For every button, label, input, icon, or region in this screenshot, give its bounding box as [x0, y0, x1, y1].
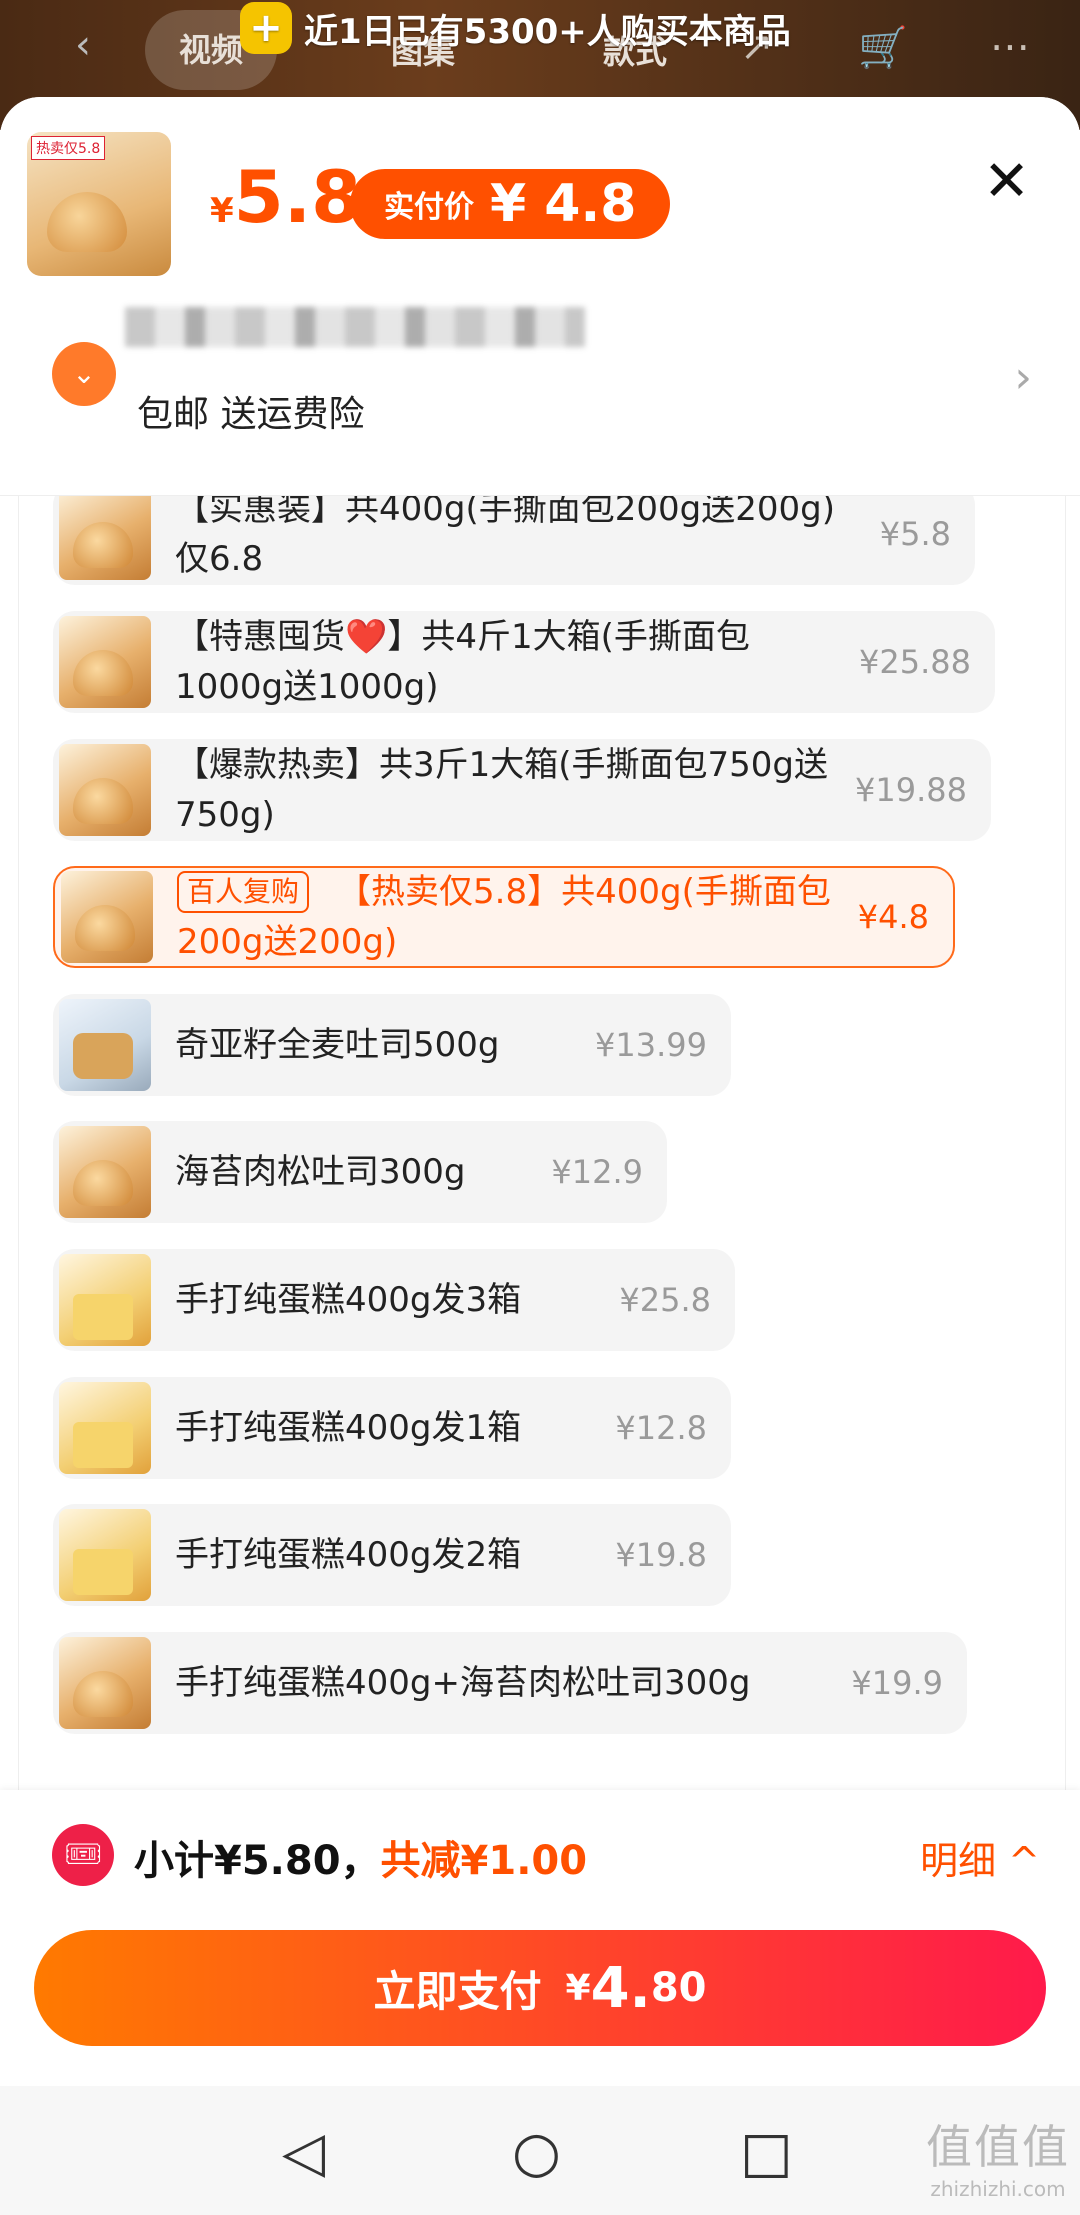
- shipping-info: 包邮 送运费险: [137, 394, 365, 435]
- close-icon[interactable]: ✕: [983, 152, 1030, 212]
- sku-thumbnail: [59, 744, 151, 836]
- location-icon: ⌄: [52, 342, 116, 406]
- currency-symbol: ¥: [210, 191, 234, 231]
- sku-name: 奇亚籽全麦吐司500g: [175, 1025, 500, 1065]
- purchase-banner: + 近1日已有5300+人购买本商品: [240, 0, 791, 56]
- sku-list[interactable]: 【实惠装】共400g(手撕面包200g送200g) 仅6.8 ¥5.8 【特惠囤…: [18, 463, 1066, 1883]
- pay-label: 立即支付: [373, 1966, 542, 2016]
- chevron-right-icon[interactable]: ›: [1014, 352, 1032, 403]
- sku-thumbnail: [59, 1382, 151, 1474]
- actual-price-pill: 实付价 ¥ 4.8: [350, 169, 671, 239]
- sku-name: 【实惠装】共400g(手撕面包200g送200g) 仅6.8: [175, 489, 835, 579]
- sku-option[interactable]: 【实惠装】共400g(手撕面包200g送200g) 仅6.8 ¥5.8: [53, 483, 975, 585]
- pay-now-button[interactable]: 立即支付 ¥ 4. 80: [34, 1930, 1046, 2046]
- sku-name: 百人复购 【热卖仅5.8】共400g(手撕面包200g送200g): [177, 867, 832, 967]
- pay-amount-int: 4.: [590, 1955, 651, 2021]
- sku-price: ¥19.88: [855, 771, 967, 809]
- sku-name: 【特惠囤货❤️】共4斤1大箱(手撕面包1000g送1000g): [175, 617, 750, 707]
- sku-option[interactable]: 【特惠囤货❤️】共4斤1大箱(手撕面包1000g送1000g) ¥25.88: [53, 611, 995, 713]
- sku-thumbnail: [59, 488, 151, 580]
- plus-badge-icon: +: [240, 2, 292, 54]
- actual-price-label: 实付价: [384, 190, 474, 225]
- actual-price-value: ¥ 4.8: [490, 174, 637, 234]
- discount-text: 共减¥1.00: [380, 1838, 588, 1884]
- price-value: 5.8: [233, 155, 362, 239]
- sku-price: ¥5.8: [879, 515, 951, 553]
- pay-amount-dec: 80: [650, 1965, 707, 2011]
- subtotal-text: 小计¥5.80，: [134, 1838, 381, 1884]
- sku-name: 【爆款热卖】共3斤1大箱(手撕面包750g送750g): [175, 745, 829, 835]
- sku-option[interactable]: 手打纯蛋糕400g发2箱 ¥19.8: [53, 1504, 731, 1606]
- bread-image: [47, 192, 127, 252]
- coupon-icon: 🎟: [52, 1824, 114, 1886]
- price: ¥5.8: [210, 155, 361, 239]
- back-arrow-icon[interactable]: ‹: [60, 22, 106, 68]
- sku-name: 手打纯蛋糕400g+海苔肉松吐司300g: [175, 1663, 751, 1703]
- product-thumbnail[interactable]: 热卖仅5.8: [27, 132, 171, 276]
- sku-price: ¥12.9: [551, 1153, 643, 1191]
- sku-thumbnail: [59, 1126, 151, 1218]
- sku-name: 手打纯蛋糕400g发2箱: [175, 1535, 522, 1575]
- nav-home-icon[interactable]: ○: [512, 2120, 561, 2185]
- checkout-bar: 🎟 小计¥5.80，共减¥1.00 明细 ^ 立即支付 ¥ 4. 80 ◁ ○ □…: [0, 1790, 1080, 2215]
- nav-recents-icon[interactable]: □: [740, 2120, 793, 2185]
- sku-name: 海苔肉松吐司300g: [175, 1152, 466, 1192]
- sku-option-selected[interactable]: 百人复购 【热卖仅5.8】共400g(手撕面包200g送200g) ¥4.8: [53, 866, 955, 968]
- sku-header: 热卖仅5.8 ¥5.8 实付价 ¥ 4.8 ✕ ⌄ 包邮 送运费险 ›: [0, 97, 1080, 496]
- detail-toggle[interactable]: 明细 ^: [920, 1830, 1040, 1885]
- blurred-address: [125, 307, 585, 347]
- sku-option[interactable]: 手打纯蛋糕400g发1箱 ¥12.8: [53, 1377, 731, 1479]
- sku-price: ¥12.8: [615, 1409, 707, 1447]
- sku-price: ¥25.88: [859, 643, 971, 681]
- repurchase-tag: 百人复购: [177, 871, 310, 913]
- sku-name: 手打纯蛋糕400g发1箱: [175, 1408, 522, 1448]
- more-icon[interactable]: ⋯: [990, 24, 1030, 70]
- watermark-logo: 值值值: [926, 2120, 1070, 2174]
- sku-option[interactable]: 手打纯蛋糕400g+海苔肉松吐司300g ¥19.9: [53, 1632, 967, 1734]
- sku-option[interactable]: 【爆款热卖】共3斤1大箱(手撕面包750g送750g) ¥19.88: [53, 739, 991, 841]
- sku-price: ¥4.8: [857, 898, 929, 936]
- subtotal: 小计¥5.80，共减¥1.00: [134, 1828, 587, 1886]
- system-nav-bar: ◁ ○ □ 值值值 zhizhizhi.com: [0, 2086, 1080, 2215]
- sku-price: ¥13.99: [595, 1026, 707, 1064]
- watermark: 值值值 zhizhizhi.com: [926, 2111, 1070, 2201]
- pay-currency: ¥: [565, 1967, 591, 2009]
- sku-price: ¥19.9: [851, 1664, 943, 1702]
- sku-thumbnail: [59, 1509, 151, 1601]
- sku-option[interactable]: 海苔肉松吐司300g ¥12.9: [53, 1121, 667, 1223]
- sku-thumbnail: [59, 616, 151, 708]
- cart-icon[interactable]: 🛒: [858, 24, 908, 71]
- sku-price: ¥19.8: [615, 1536, 707, 1574]
- watermark-url: zhizhizhi.com: [930, 2177, 1066, 2201]
- sku-thumbnail: [59, 1637, 151, 1729]
- sku-price: ¥25.8: [619, 1281, 711, 1319]
- sku-thumbnail: [59, 1254, 151, 1346]
- sku-thumbnail: [61, 871, 153, 963]
- banner-text: 近1日已有5300+人购买本商品: [304, 11, 791, 52]
- thumb-tag: 热卖仅5.8: [31, 136, 106, 160]
- sku-option[interactable]: 奇亚籽全麦吐司500g ¥13.99: [53, 994, 731, 1096]
- sku-option[interactable]: 手打纯蛋糕400g发3箱 ¥25.8: [53, 1249, 735, 1351]
- nav-back-icon[interactable]: ◁: [282, 2120, 325, 2185]
- sku-name: 手打纯蛋糕400g发3箱: [175, 1280, 522, 1320]
- sku-thumbnail: [59, 999, 151, 1091]
